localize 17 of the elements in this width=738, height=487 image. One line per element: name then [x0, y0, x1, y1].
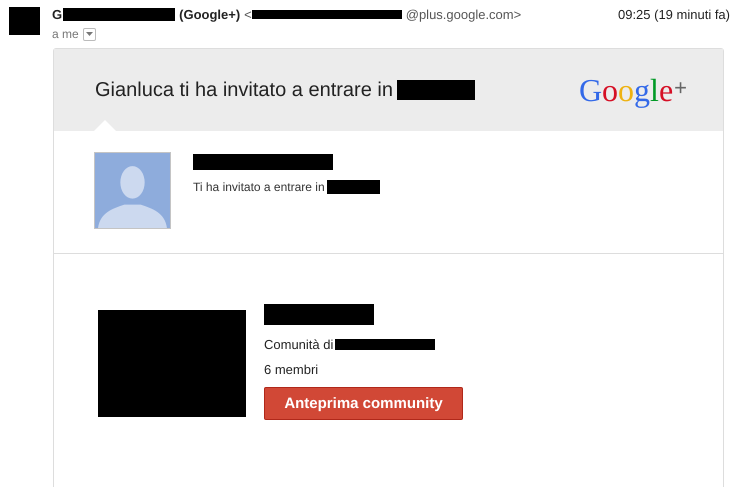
details-dropdown-button[interactable] [82, 28, 96, 40]
preview-community-button[interactable]: Anteprima community [264, 387, 463, 420]
invite-title: Gianluca ti ha invitato a entrare in [95, 78, 393, 102]
owner-label: Comunità di [264, 337, 334, 352]
email-time: 09:25 (19 minuti fa) [618, 7, 730, 22]
member-count: 6 membri [264, 362, 318, 377]
address-bracket: < [244, 7, 252, 22]
sender-initial: G [52, 7, 62, 22]
google-plus-logo: Google$^{+}$ [578, 74, 687, 106]
recipient-label: a me [52, 27, 79, 41]
avatar-silhouette-icon [94, 152, 171, 229]
sender-tag: (Google+) [179, 7, 240, 22]
redaction-bar [9, 7, 40, 35]
caret-icon [86, 32, 93, 36]
sender-address: @plus.google.com> [406, 7, 522, 22]
invite-message: Ti ha invitato a entrare in [193, 180, 325, 194]
redaction-bar [326, 180, 380, 194]
